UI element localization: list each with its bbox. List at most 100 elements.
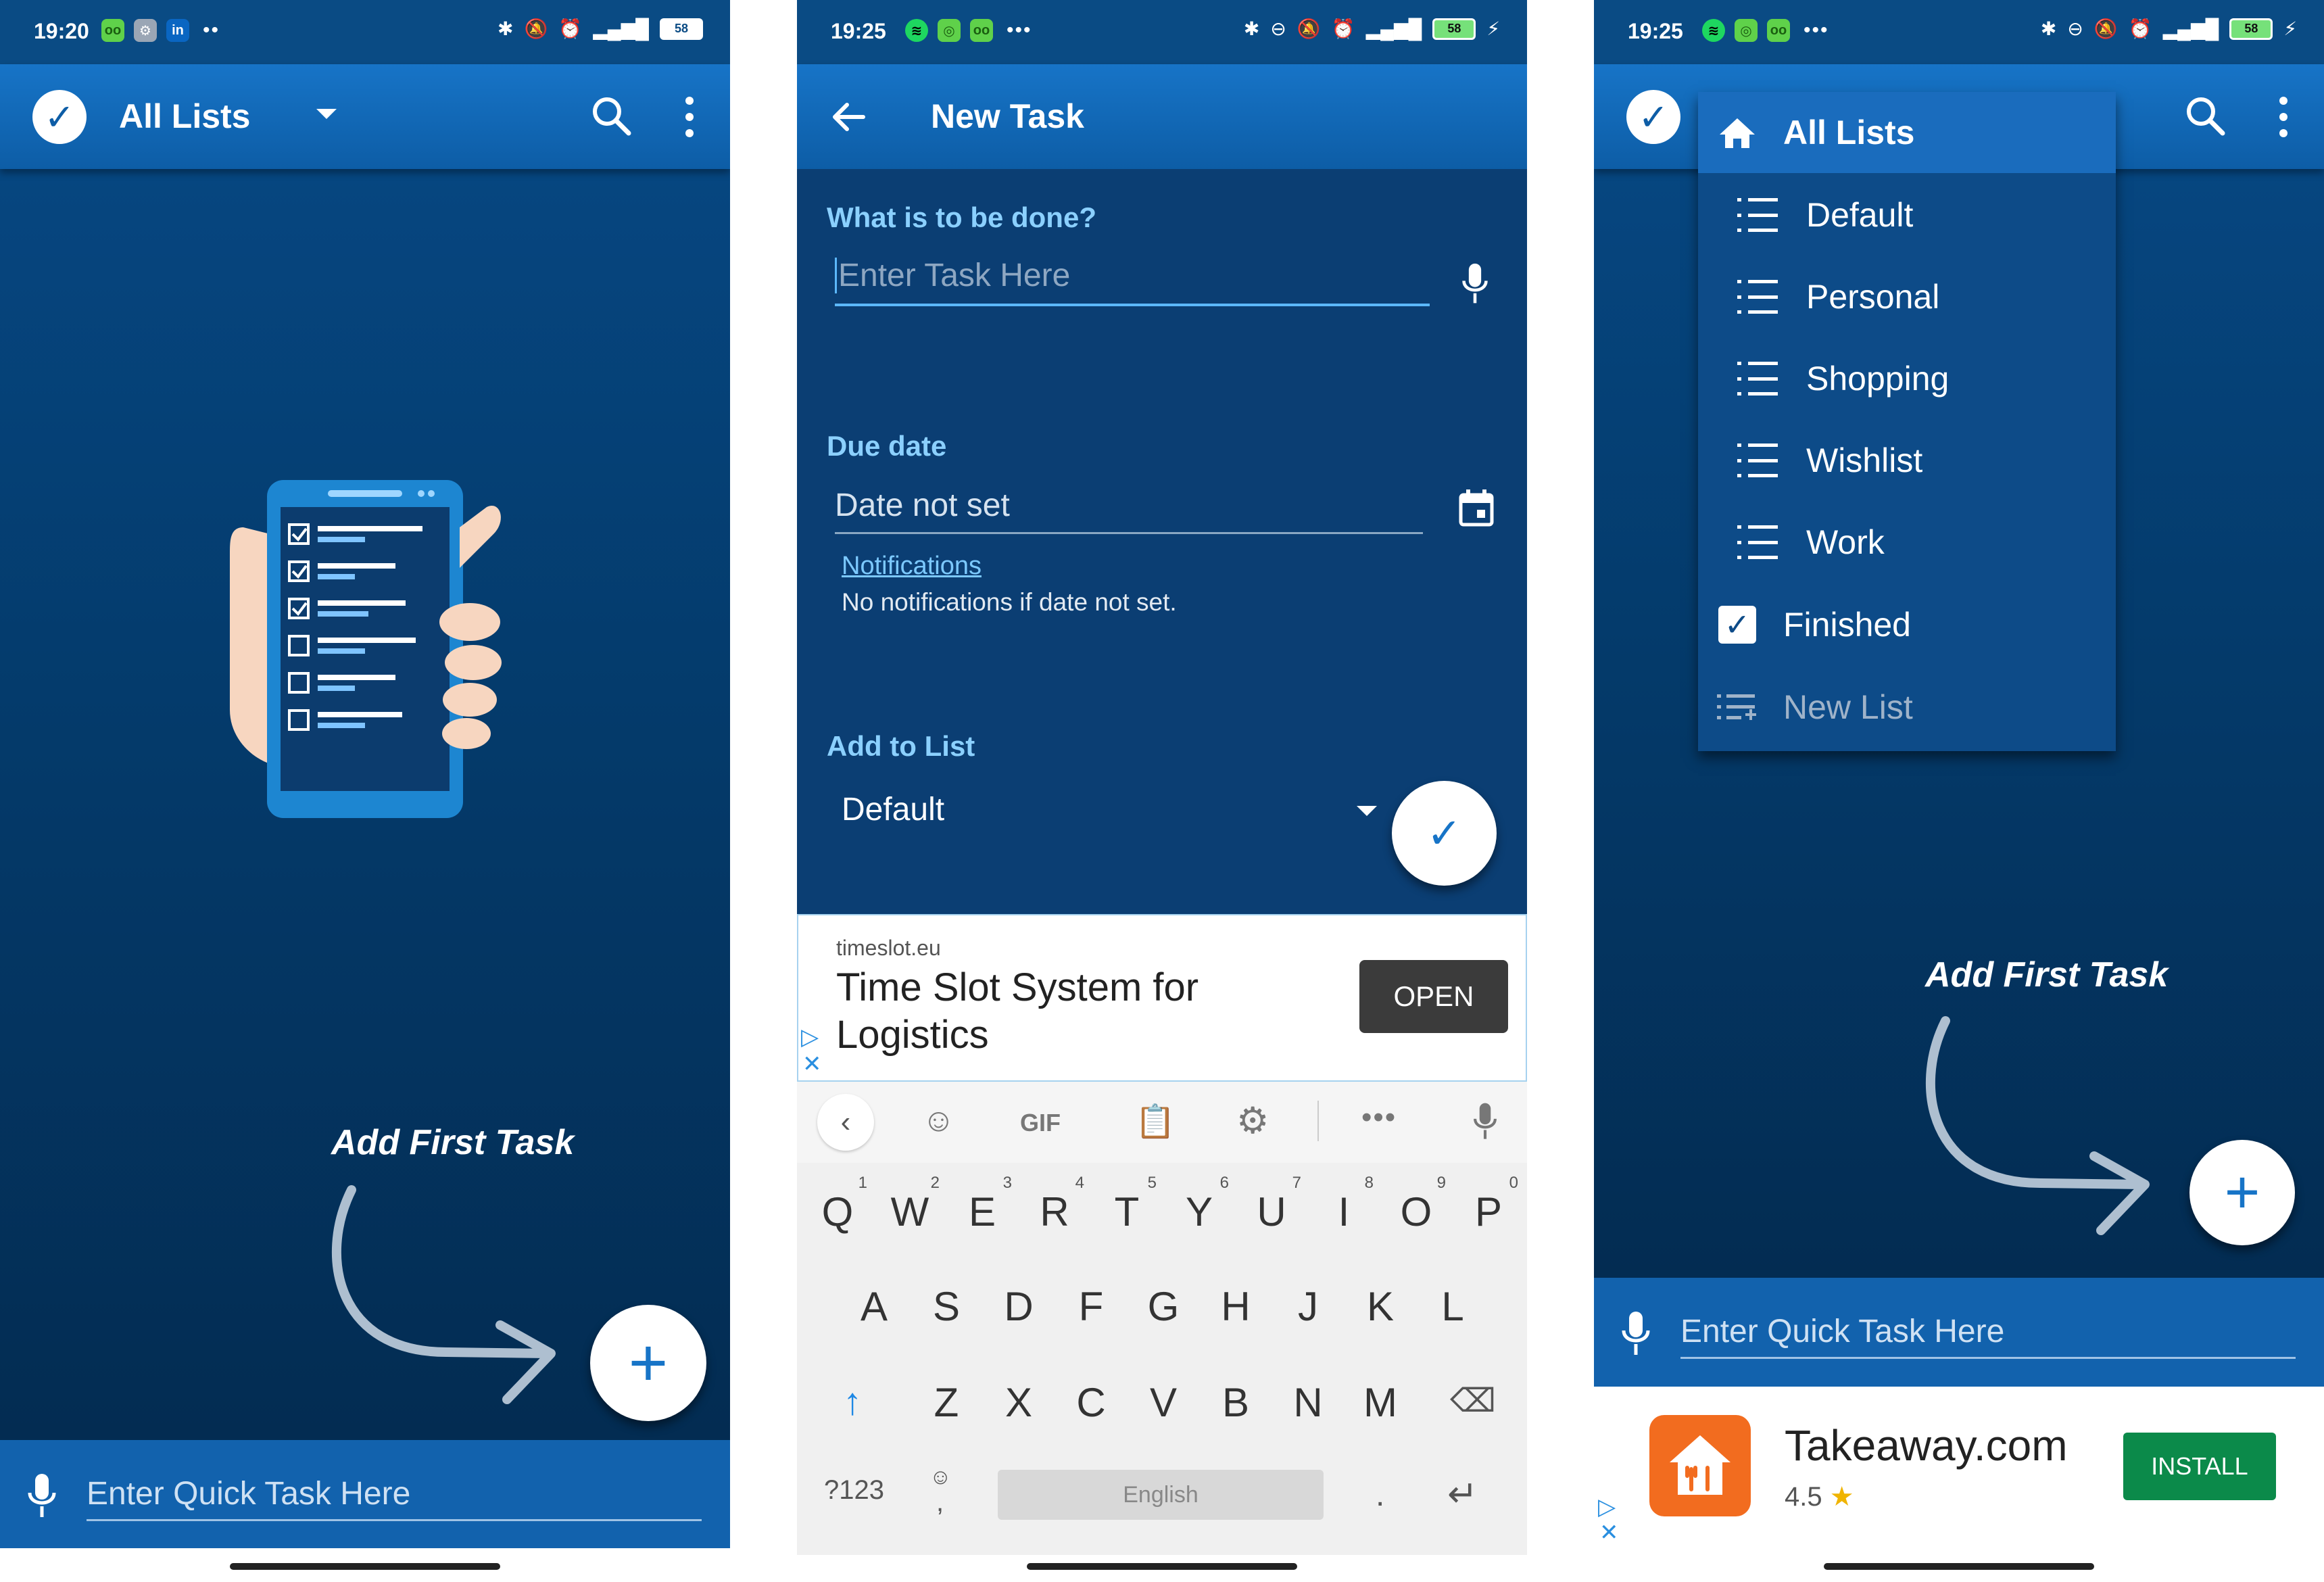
key-b[interactable]: B [1202,1379,1269,1426]
ad-close-icon[interactable]: ✕ [802,1051,822,1078]
key-t[interactable]: T5 [1093,1174,1161,1235]
key-p[interactable]: P0 [1455,1174,1522,1235]
menu-item-work[interactable]: Work [1698,502,2116,583]
voice-input-icon[interactable] [1472,1102,1499,1141]
quick-task-bar: Enter Quick Task Here [1594,1278,2324,1387]
menu-item-default[interactable]: Default [1698,174,2116,256]
linkedin-icon: in [166,19,189,42]
key-j[interactable]: J [1274,1283,1342,1330]
notifications-note: No notifications if date not set. [842,588,1177,616]
phone-checklist-illustration [230,480,502,818]
task-input[interactable]: Enter Task Here [835,257,1430,306]
ad-open-button[interactable]: OPEN [1359,960,1508,1033]
ad-banner[interactable]: timeslot.eu Time Slot System for Logisti… [797,914,1527,1082]
comma-key[interactable]: , [936,1487,944,1518]
key-w[interactable]: W2 [876,1174,944,1235]
enter-icon[interactable]: ↵ [1447,1472,1478,1515]
menu-item-wishlist[interactable]: Wishlist [1698,420,2116,501]
period-key[interactable]: . [1376,1477,1384,1514]
key-k[interactable]: K [1347,1283,1414,1330]
status-bar: 19:25 ≋ ◎ oo ••• ✱ ⊖ 🔕 ⏰ ▂▄▆█ 58 ⚡ [797,0,1527,64]
list-dropdown-menu: All Lists Default Personal Shopping Wish… [1698,92,2116,751]
more-options-icon[interactable] [2275,97,2292,137]
ad-close-icon[interactable]: ✕ [1599,1519,1619,1546]
notifications-link[interactable]: Notifications [842,552,982,581]
key-q[interactable]: Q1 [804,1174,871,1235]
signal-icon: ▂▄▆█ [2162,18,2219,39]
key-f[interactable]: F [1057,1283,1125,1330]
notification-icons: ≋ ◎ oo ••• [905,19,1032,42]
status-time: 19:25 [831,19,886,43]
collapse-toolbar-icon[interactable]: ‹ [817,1094,874,1151]
list-dropdown-caret-icon[interactable] [1357,806,1377,816]
gif-button[interactable]: GIF [1020,1109,1061,1137]
quick-task-input[interactable]: Enter Quick Task Here [87,1475,702,1521]
home-indicator [230,1563,500,1570]
search-icon[interactable] [2182,93,2229,140]
more-options-icon[interactable] [681,97,698,137]
menu-item-shopping[interactable]: Shopping [1698,338,2116,419]
dropdown-caret-icon[interactable] [316,109,337,119]
toggle-icon: ⊖ [2067,18,2083,39]
menu-item-personal[interactable]: Personal [1698,256,2116,337]
key-g[interactable]: G [1130,1283,1197,1330]
more-notifications-icon: •• [203,19,220,41]
shift-icon[interactable]: ↑ [819,1379,886,1423]
backspace-icon[interactable]: ⌫ [1439,1382,1507,1420]
key-m[interactable]: M [1347,1379,1414,1426]
ad-banner[interactable]: Takeaway.com 4.5 ★ INSTALL ▷ ✕ [1594,1387,2324,1549]
symbols-key[interactable]: ?123 [824,1475,884,1506]
ad-headline: Time Slot System for Logistics [836,964,1199,1059]
key-o[interactable]: O9 [1382,1174,1450,1235]
ad-install-button[interactable]: INSTALL [2123,1433,2276,1500]
key-h[interactable]: H [1202,1283,1269,1330]
quick-task-input[interactable]: Enter Quick Task Here [1680,1313,2296,1359]
app-notification-icon-2: oo [1767,19,1790,42]
clipboard-icon[interactable]: 📋 [1135,1102,1176,1141]
key-d[interactable]: D [985,1283,1052,1330]
list-selector-title[interactable]: All Lists [119,97,250,136]
ad-choices-icon[interactable]: ▷ [1598,1493,1616,1520]
space-bar[interactable]: English [998,1470,1324,1520]
app-logo-check-icon: ✓ [32,90,87,144]
key-z[interactable]: Z [913,1379,980,1426]
back-arrow-icon[interactable] [829,98,867,136]
key-c[interactable]: C [1057,1379,1125,1426]
key-a[interactable]: A [840,1283,908,1330]
keyboard: ‹ ☺ GIF 📋 ⚙ ••• Q1 W2 E3 R4 T5 Y6 U7 I8 … [797,1082,1527,1555]
ad-choices-icon[interactable]: ▷ [801,1024,819,1051]
menu-item-new-list[interactable]: New List [1698,667,2116,748]
more-icon[interactable]: ••• [1361,1101,1397,1134]
key-s[interactable]: S [913,1283,980,1330]
sticker-icon[interactable]: ☺ [922,1102,955,1139]
checkbox-checked-icon: ✓ [1718,606,1756,644]
emoji-icon[interactable]: ☺ [929,1464,952,1489]
calendar-icon[interactable] [1458,488,1495,527]
menu-item-label: Shopping [1806,360,1950,398]
key-u[interactable]: U7 [1238,1174,1305,1235]
due-date-field[interactable]: Date not set [835,487,1423,534]
notification-icons: oo ⚙ in •• [101,19,220,42]
list-select[interactable]: Default [842,791,944,828]
key-x[interactable]: X [985,1379,1052,1426]
key-y[interactable]: Y6 [1165,1174,1233,1235]
task-label: What is to be done? [827,201,1096,233]
menu-item-all-lists[interactable]: All Lists [1698,92,2116,173]
add-task-fab[interactable]: + [2189,1140,2295,1245]
add-task-fab[interactable]: + [590,1305,706,1421]
search-icon[interactable] [588,93,635,140]
key-i[interactable]: I8 [1310,1174,1378,1235]
menu-item-finished[interactable]: ✓ Finished [1698,584,2116,665]
save-task-fab[interactable]: ✓ [1392,781,1497,886]
microphone-icon[interactable] [1459,262,1491,306]
key-r[interactable]: R4 [1021,1174,1088,1235]
settings-gear-icon[interactable]: ⚙ [1236,1099,1269,1142]
curved-arrow-icon [331,1185,556,1404]
key-e[interactable]: E3 [948,1174,1016,1235]
key-n[interactable]: N [1274,1379,1342,1426]
key-v[interactable]: V [1130,1379,1197,1426]
microphone-icon[interactable] [26,1472,58,1520]
alarm-icon: ⏰ [2128,18,2152,39]
key-l[interactable]: L [1419,1283,1486,1330]
microphone-icon[interactable] [1620,1310,1652,1358]
